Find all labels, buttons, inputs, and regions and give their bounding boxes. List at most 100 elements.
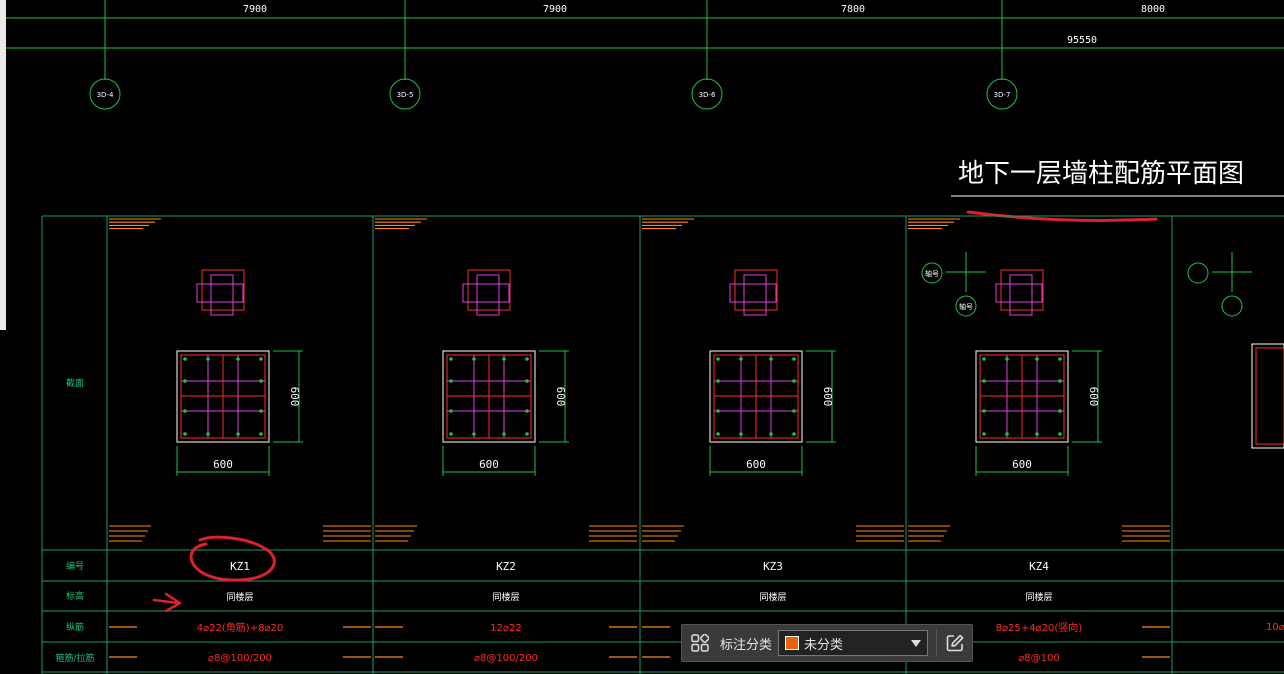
rebar-bar (449, 379, 453, 383)
rebar-bar (259, 409, 263, 413)
column-name: KZ1 (230, 560, 250, 573)
rebar-bar (792, 379, 796, 383)
rebar-bar (1058, 409, 1062, 413)
column-cell-2: 600 600 KZ2 同楼层 12⌀22 ⌀8@100/200 (375, 218, 637, 664)
rebar-bar (739, 432, 743, 436)
section-height-label: 600 (554, 387, 567, 407)
category-select[interactable]: 未分类 (778, 630, 929, 656)
section-height-label: 600 (288, 387, 301, 407)
section-width-label: 600 (213, 458, 233, 471)
rebar-bar (183, 432, 187, 436)
annotation-toolbar: 标注分类 未分类 (681, 624, 973, 662)
axis-marker-label-2: 轴号 (959, 302, 973, 311)
axis-marker-group-partial (1187, 252, 1252, 317)
rebar-bar (1058, 379, 1062, 383)
rebar-bar (716, 409, 720, 413)
column-name: KZ4 (1029, 560, 1049, 573)
rebar-bar (716, 379, 720, 383)
column-cell-4: 600 600 KZ4 同楼层 8⌀25+4⌀20(竖向) ⌀8@100 (908, 218, 1170, 664)
rebar-bar (982, 409, 986, 413)
row-label-number: 编号 (66, 560, 84, 572)
plan-tie-h (729, 283, 777, 303)
plan-outline (467, 269, 511, 311)
column-layer: 同楼层 (226, 591, 253, 603)
rebar-bar (1035, 432, 1039, 436)
category-color-swatch (785, 636, 800, 650)
rebar-bar (1005, 357, 1009, 361)
rebar-bar (525, 379, 529, 383)
rebar-bar (259, 379, 263, 383)
plan-tie-h (196, 283, 244, 303)
rebar-bar (792, 357, 796, 361)
rebar-bar (502, 432, 506, 436)
column-layer: 同楼层 (759, 591, 786, 603)
drawing-title[interactable]: 地下一层墙柱配筋平面图 (958, 159, 1244, 189)
rebar-bar (982, 379, 986, 383)
rebar-bar (206, 432, 210, 436)
plan-tie-v (743, 274, 767, 316)
edit-icon[interactable] (936, 629, 969, 657)
rebar-bar (183, 379, 187, 383)
rebar-bar (449, 357, 453, 361)
plan-tie-v (1009, 274, 1033, 316)
plan-tie-v (476, 274, 500, 316)
column-cell-3: 600 600 KZ3 同楼层 (642, 218, 904, 658)
column-rebar: 4⌀22(角筋)+8⌀20 (197, 621, 283, 634)
column-name: KZ3 (763, 560, 783, 573)
section-width-label: 600 (746, 458, 766, 471)
plan-tie-v (210, 274, 234, 316)
rebar-bar (525, 357, 529, 361)
dim-span-2: 7900 (543, 4, 567, 15)
category-selected-value: 未分类 (804, 637, 844, 653)
row-label-layer: 标高 (66, 590, 84, 602)
cad-drawing-canvas[interactable]: 7900 7900 7800 8000 95550 3D-4 3D-5 3D-6… (0, 0, 1284, 674)
column-stirrup: ⌀8@100 (1018, 653, 1059, 664)
dim-span-3: 7800 (841, 4, 865, 15)
partial-rebar-text: 10⌀ (1266, 622, 1284, 633)
chevron-down-icon (911, 639, 922, 647)
plan-outline (734, 269, 778, 311)
rebar-bar (236, 432, 240, 436)
rebar-bar (739, 357, 743, 361)
axis-marker-label-1: 轴号 (925, 269, 939, 278)
column-rebar: 8⌀25+4⌀20(竖向) (996, 621, 1082, 634)
dim-total: 95550 (1067, 35, 1097, 46)
column-stirrup: ⌀8@100/200 (208, 653, 272, 664)
rebar-bar (982, 432, 986, 436)
axis-label-4: 3D-7 (994, 91, 1011, 99)
rebar-bar (472, 357, 476, 361)
axis-marker-group-kz4: 轴号 轴号 (921, 252, 986, 317)
rebar-bar (769, 432, 773, 436)
rebar-bar (502, 357, 506, 361)
column-stirrup: ⌀8@100/200 (474, 653, 538, 664)
plan-tie-h (995, 283, 1043, 303)
rebar-bar (259, 432, 263, 436)
axis-label-2: 3D-5 (397, 91, 414, 99)
column-cell-1: 600 600 KZ1 同楼层 4⌀22(角筋)+8⌀20 ⌀8@100/200 (109, 218, 371, 664)
column-rebar: 12⌀22 (490, 623, 521, 634)
rebar-bar (1005, 432, 1009, 436)
dim-span-1: 7900 (243, 4, 267, 15)
rebar-bar (183, 409, 187, 413)
column-layer: 同楼层 (492, 591, 519, 603)
column-layer: 同楼层 (1025, 591, 1052, 603)
axis-label-3: 3D-6 (699, 91, 716, 99)
section-height-label: 600 (1087, 387, 1100, 407)
rebar-bar (183, 357, 187, 361)
rebar-bar (982, 357, 986, 361)
rebar-bar (449, 409, 453, 413)
rebar-bar (525, 409, 529, 413)
rebar-bar (236, 357, 240, 361)
row-label-longitudinal: 纵筋 (66, 621, 84, 633)
section-width-label: 600 (1012, 458, 1032, 471)
rebar-bar (716, 357, 720, 361)
grid-icon[interactable] (686, 629, 714, 657)
plan-outline (1000, 269, 1044, 311)
section-width-label: 600 (479, 458, 499, 471)
rebar-bar (769, 357, 773, 361)
markup-arrow (152, 592, 182, 613)
rebar-bar (792, 432, 796, 436)
rebar-bar (525, 432, 529, 436)
column-name: KZ2 (496, 560, 516, 573)
axis-label-1: 3D-4 (97, 91, 114, 99)
